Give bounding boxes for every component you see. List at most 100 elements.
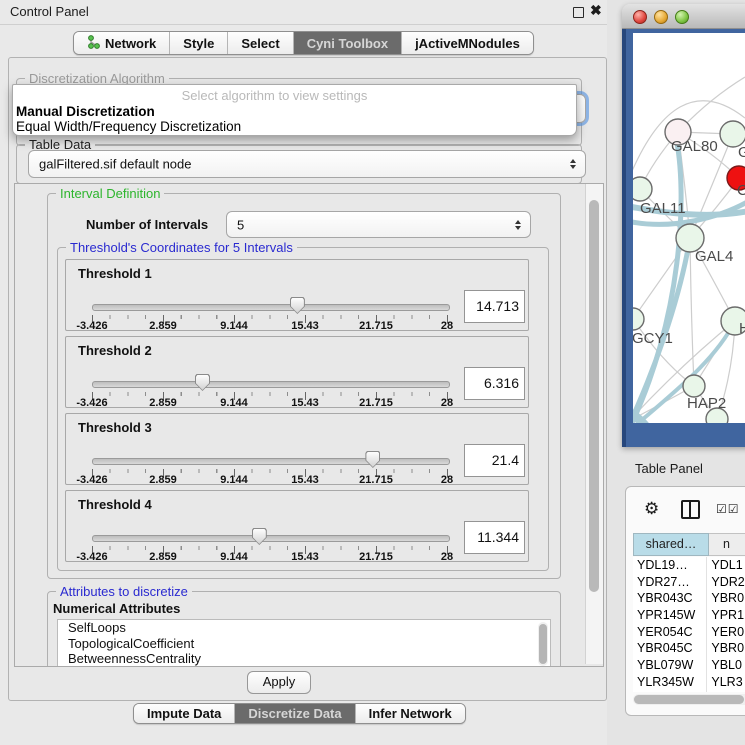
columns-icon[interactable] [681,500,700,519]
thresholds-title: Threshold's Coordinates for 5 Intervals [66,240,297,255]
column-header-name[interactable]: n [709,533,745,556]
numerical-attributes-list[interactable]: SelfLoops TopologicalCoefficient Between… [57,619,551,667]
slider-tick-labels: -3.4262.8599.14415.4321.71528 [66,551,528,563]
threshold-row: Threshold 3 -3.4262.8599.14415.4321.7152… [65,413,529,485]
table-data-combo-value: galFiltered.sif default node [39,157,191,172]
tab-infer-network[interactable]: Infer Network [356,704,465,723]
tab-impute-data[interactable]: Impute Data [134,704,235,723]
control-panel-tabs: Network Style Select Cyni Toolbox jActiv… [73,31,534,55]
combo-stepper-icon [515,220,521,230]
tab-jactivemnodules[interactable]: jActiveMNodules [402,32,533,54]
algorithm-dropdown-popup: Select algorithm to view settings Manual… [12,84,577,136]
svg-text:H: H [739,320,745,337]
table-row[interactable]: YDL19… YDL1 [633,557,745,574]
table-header-row: shared… n [633,533,745,556]
interval-definition-title: Interval Definition [56,186,164,201]
table-body[interactable]: YDL19… YDL1 YDR27… YDR2 YBR043C YBR0 YPR… [633,557,745,692]
table-row[interactable]: YIL052C YIL0 [633,691,745,693]
table-horizontal-scrollbar[interactable] [633,694,745,705]
algorithm-prompt: Select algorithm to view settings [13,88,536,103]
number-of-intervals-combo[interactable]: 5 [226,211,531,238]
select-columns-checkboxes-icon[interactable]: ☑☑ [716,502,740,516]
threshold-row: Threshold 1 -3.4262.8599.14415.4321.7152… [65,259,529,331]
close-icon[interactable]: ✖ [590,2,602,19]
numerical-attributes-label: Numerical Attributes [53,601,180,616]
network-window-titlebar[interactable] [622,4,745,29]
attribute-list-item[interactable]: BetweennessCentrality [58,651,550,667]
attributes-title: Attributes to discretize [56,584,192,599]
tab-network-label: Network [105,36,156,51]
attribute-list-item[interactable]: SelfLoops [58,620,550,636]
node-gal11 [633,177,652,201]
table-row[interactable]: YBR045C YBR0 [633,640,745,657]
svg-text:GAL11: GAL11 [640,200,686,217]
app-root: Control Panel ✖ Network Style Se [0,0,745,745]
table-row[interactable]: YBL079W YBL0 [633,657,745,674]
settings-scroll-area: Interval Definition Number of Intervals … [14,183,604,667]
panel-title: Control Panel [10,4,89,19]
svg-text:G: G [738,144,745,161]
threshold-value-field[interactable]: 14.713 [464,290,525,323]
control-panel-titlebar: Control Panel ✖ [0,0,612,25]
slider-thumb[interactable] [290,297,305,314]
node-gcy1 [633,308,644,330]
network-graph-icon [87,35,100,52]
threshold-label: Threshold 4 [78,497,152,512]
network-window-frame: GAL80 G C GAL11 GAL4 GCY1 H HAP2 [622,29,745,447]
column-header-shared-name[interactable]: shared… [633,533,709,556]
threshold-value-field[interactable]: 21.4 [464,444,525,477]
table-row[interactable]: YER054C YER0 [633,624,745,641]
table-row[interactable]: YBR043C YBR0 [633,590,745,607]
settings-vertical-scrollbar[interactable] [585,184,603,664]
combo-stepper-icon [570,159,576,169]
svg-text:GAL80: GAL80 [671,138,718,155]
attributes-list-scrollbar[interactable] [538,622,548,666]
slider-thumb[interactable] [195,374,210,391]
attribute-list-item[interactable]: TopologicalCoefficient [58,636,550,652]
node-hap2 [683,375,705,397]
number-of-intervals-value: 5 [237,217,244,232]
threshold-label: Threshold 1 [78,266,152,281]
svg-text:GAL4: GAL4 [695,248,733,265]
threshold-row: Threshold 4 -3.4262.8599.14415.4321.7152… [65,490,529,562]
number-of-intervals-label: Number of Intervals [86,217,208,232]
popup-item-equal-width-frequency[interactable]: Equal Width/Frequency Discretization [16,119,241,134]
slider-tick-labels: -3.4262.8599.14415.4321.71528 [66,474,528,486]
apply-button[interactable]: Apply [247,671,311,694]
table-row[interactable]: YLR345W YLR3 [633,674,745,691]
slider-track[interactable] [92,535,450,542]
svg-text:C: C [737,182,745,199]
slider-tick-labels: -3.4262.8599.14415.4321.71528 [66,320,528,332]
slider-thumb[interactable] [365,451,380,468]
table-row[interactable]: YPR145W YPR1 [633,607,745,624]
popup-item-manual-discretization[interactable]: Manual Discretization [16,104,155,119]
svg-text:GCY1: GCY1 [633,330,673,347]
tab-select[interactable]: Select [228,32,293,54]
threshold-label: Threshold 2 [78,343,152,358]
slider-track[interactable] [92,458,450,465]
close-traffic-light-icon[interactable] [633,10,647,24]
tab-discretize-data[interactable]: Discretize Data [235,704,355,723]
table-data-combo[interactable]: galFiltered.sif default node [28,150,586,178]
svg-text:HAP2: HAP2 [687,395,726,412]
float-window-icon[interactable] [573,7,584,18]
slider-track[interactable] [92,304,450,311]
bottom-tabs: Impute Data Discretize Data Infer Networ… [133,703,466,724]
zoom-traffic-light-icon[interactable] [675,10,689,24]
threshold-rows: Threshold 1 -3.4262.8599.14415.4321.7152… [65,259,529,567]
table-panel-title: Table Panel [635,461,703,476]
tab-network[interactable]: Network [74,32,170,54]
threshold-value-field[interactable]: 11.344 [464,521,525,554]
gear-icon[interactable]: ⚙ [644,500,659,517]
threshold-row: Threshold 2 -3.4262.8599.14415.4321.7152… [65,336,529,408]
network-canvas[interactable]: GAL80 G C GAL11 GAL4 GCY1 H HAP2 [633,33,745,423]
threshold-value-field[interactable]: 6.316 [464,367,525,400]
slider-track[interactable] [92,381,450,388]
tab-style[interactable]: Style [170,32,228,54]
table-panel-toolbar: ⚙ ☑☑ [626,487,745,531]
tab-cyni-toolbox[interactable]: Cyni Toolbox [294,32,402,54]
table-panel: ⚙ ☑☑ shared… n YDL19… YDL1 YDR27… YDR2 [625,486,745,716]
table-row[interactable]: YDR27… YDR2 [633,574,745,591]
slider-thumb[interactable] [252,528,267,545]
minimize-traffic-light-icon[interactable] [654,10,668,24]
